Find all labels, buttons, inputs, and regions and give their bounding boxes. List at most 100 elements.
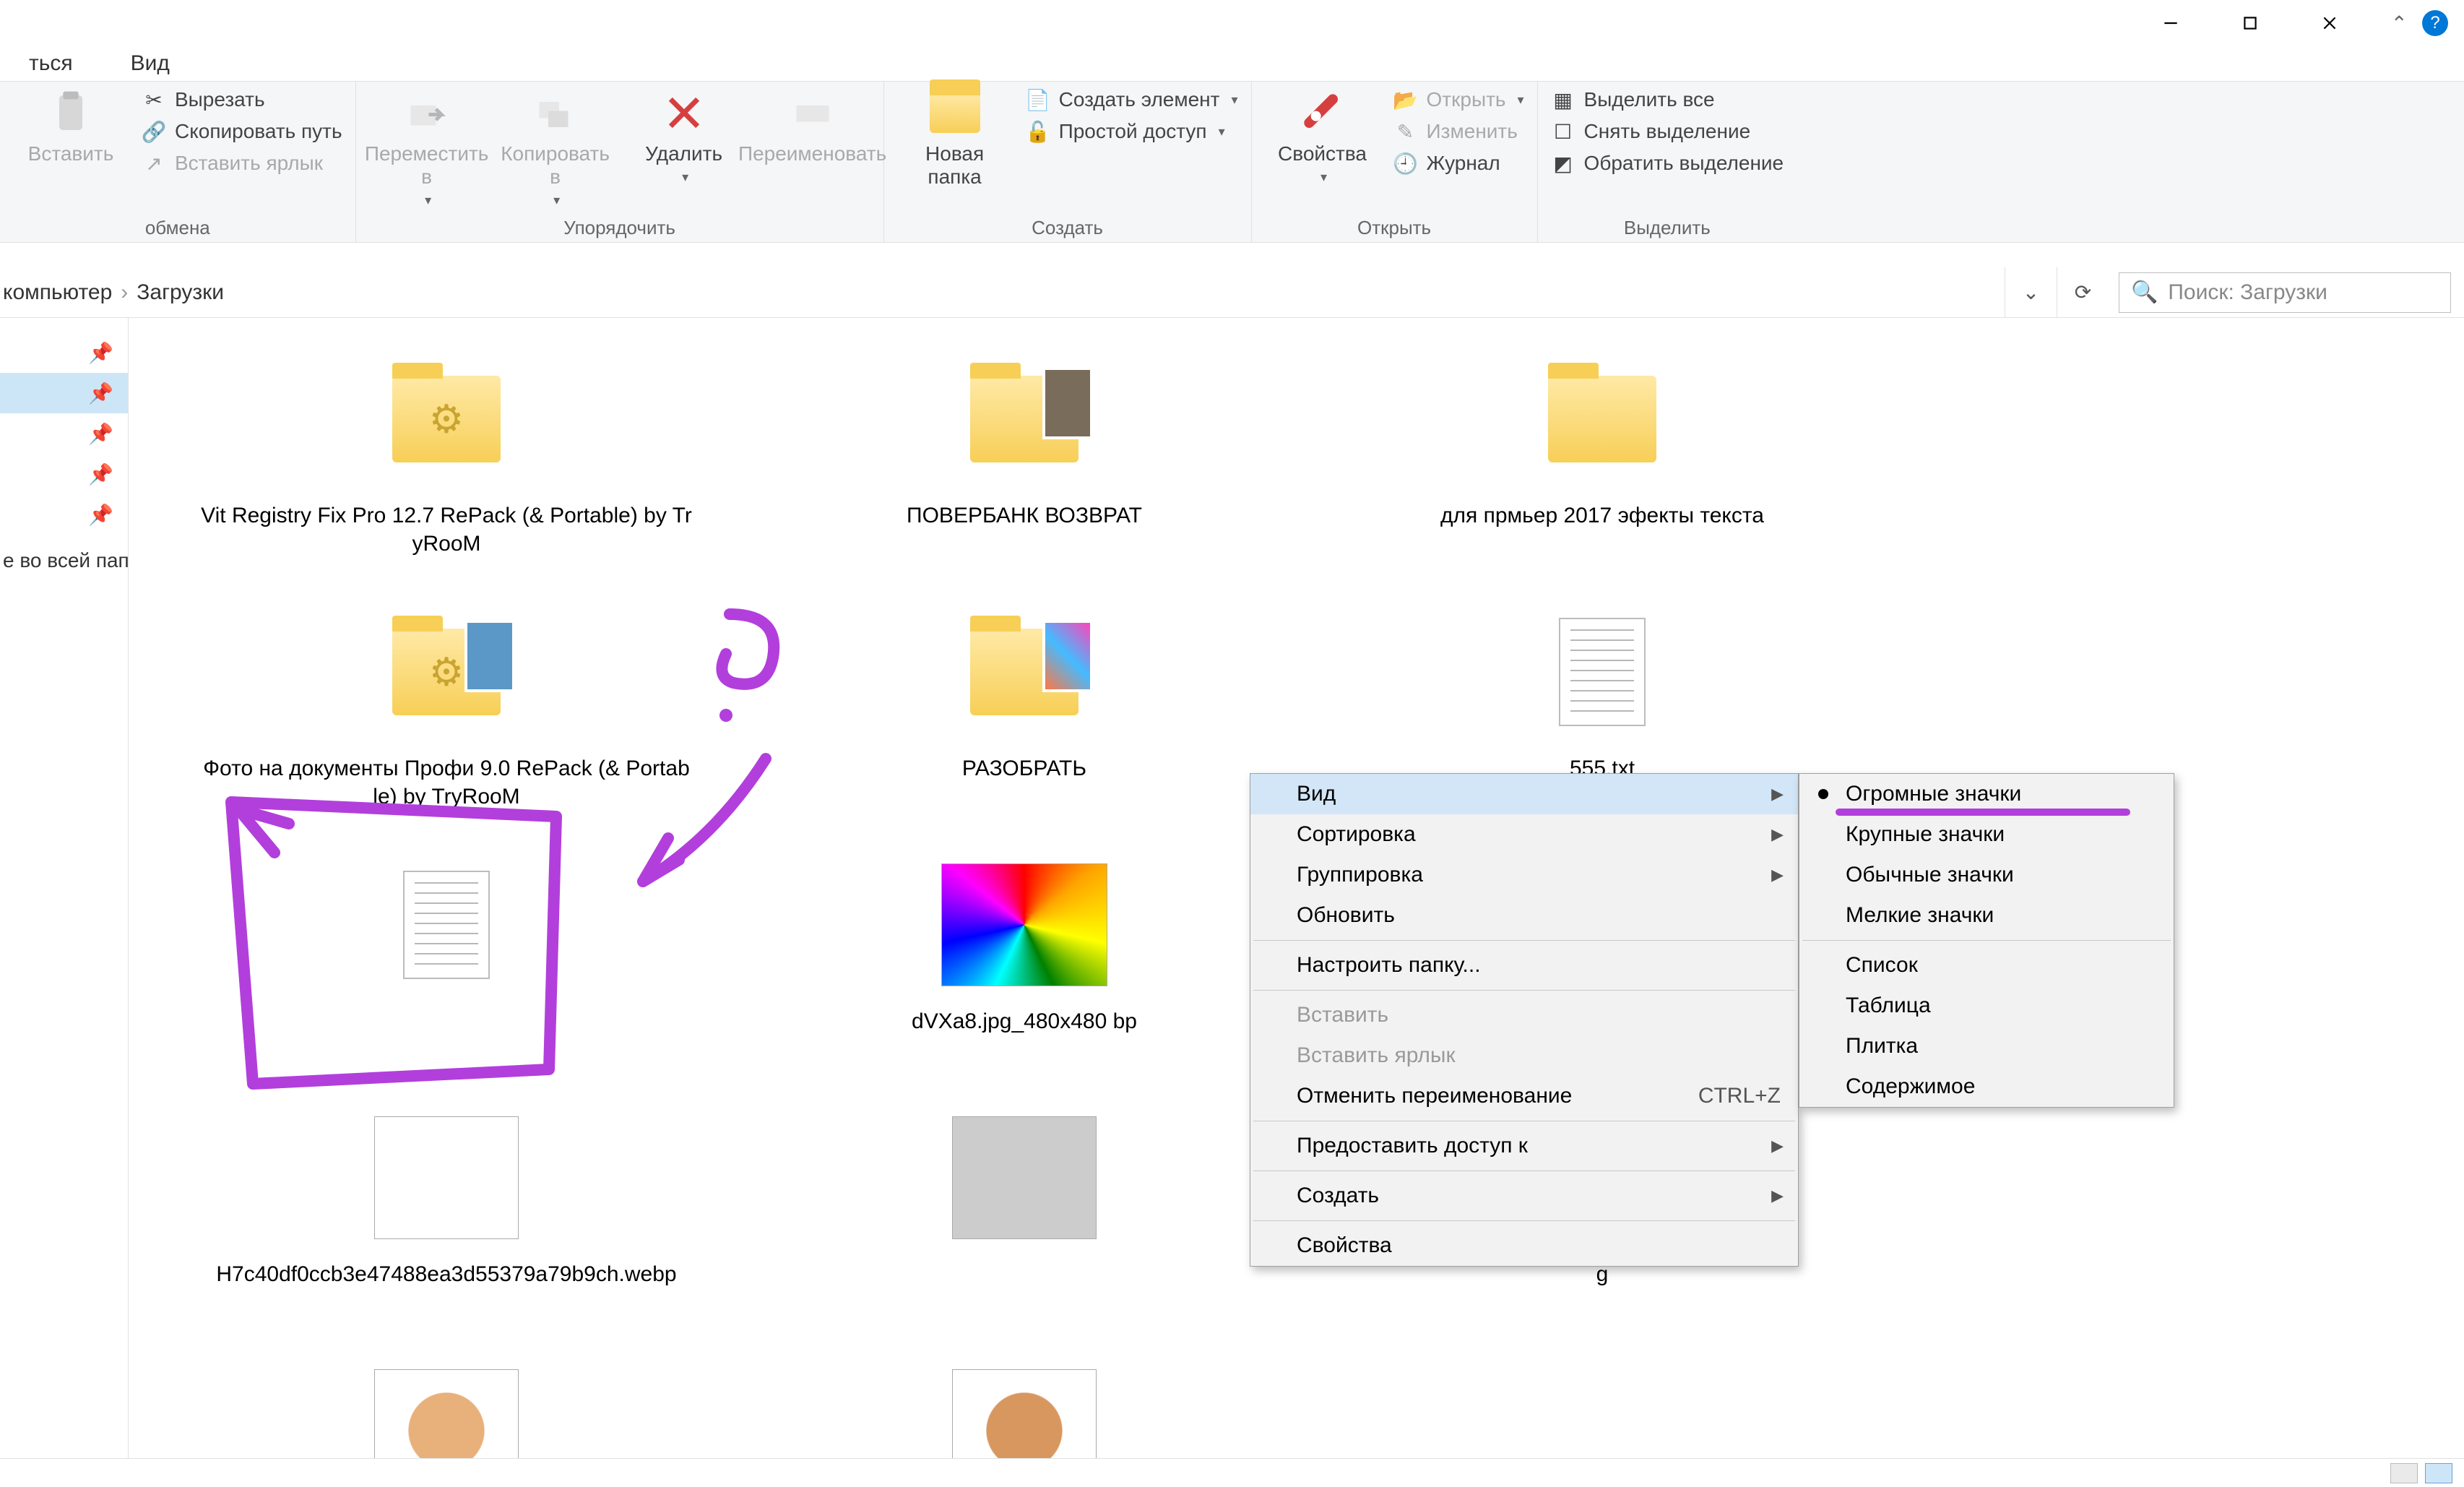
ctx-refresh[interactable]: Обновить [1250,895,1798,936]
journal-button[interactable]: 🕘Журнал [1393,151,1524,176]
tab-share[interactable]: ться [0,51,102,76]
paste-button[interactable]: Вставить [13,87,129,165]
breadcrumb[interactable]: компьютер › Загрузки [0,280,2005,305]
item-thumbnail [941,347,1107,491]
context-submenu-view: Огромные значки Крупные значки Обычные з… [1799,773,2174,1108]
new-folder-button[interactable]: Новая папка [897,87,1013,189]
open-button[interactable]: 📂Открыть▾ [1393,87,1524,112]
ctx-customize[interactable]: Настроить папку... [1250,945,1798,986]
minimize-button[interactable] [2131,0,2210,46]
nav-pin[interactable]: 📌 [0,373,128,413]
edit-icon: ✎ [1393,119,1418,144]
move-to-icon [402,87,452,138]
create-item-button[interactable]: 📄Создать элемент▾ [1026,87,1238,112]
ctx-view-small[interactable]: Мелкие значки [1799,895,2174,936]
item-thumbnail [941,853,1107,997]
edit-button[interactable]: ✎Изменить [1393,119,1524,144]
nav-pin[interactable]: 📌 [0,332,128,373]
ctx-grant-access[interactable]: Предоставить доступ к▶ [1250,1126,1798,1166]
item-label: ПОВЕРБАНК ВОЗВРАТ [907,501,1142,530]
ribbon-group-clipboard: Вставить ✂Вырезать 🔗Скопировать путь ↗Вс… [0,82,356,242]
nav-pin[interactable]: 📌 [0,413,128,454]
invert-icon: ◩ [1551,151,1575,176]
view-details-button[interactable] [2390,1463,2418,1483]
context-menu: Вид▶ Сортировка▶ Группировка▶ Обновить Н… [1250,773,1799,1267]
invert-selection-button[interactable]: ◩Обратить выделение [1551,151,1784,176]
nav-pin[interactable]: 📌 [0,494,128,535]
file-item[interactable]: для прмьер 2017 эфекты текста [1313,332,1891,585]
maximize-button[interactable] [2210,0,2290,46]
ctx-view-table[interactable]: Таблица [1799,986,2174,1026]
item-label: Vit Registry Fix Pro 12.7 RePack (& Port… [201,501,692,558]
file-item[interactable]: H7c40df0ccb3e47488ea3d55379a79b9ch.webp [157,1091,735,1344]
address-dropdown-button[interactable]: ⌄ [2005,267,2057,318]
ctx-view[interactable]: Вид▶ [1250,774,1798,814]
file-item[interactable] [157,838,735,1091]
separator [1253,940,1795,941]
ctx-view-content[interactable]: Содержимое [1799,1066,2174,1107]
ctx-view-large[interactable]: Крупные значки [1799,814,2174,855]
chevron-right-icon: ▶ [1771,866,1784,884]
item-label: для прмьер 2017 эфекты текста [1440,501,1764,530]
separator [1253,990,1795,991]
properties-button[interactable]: Свойства▾ [1265,87,1380,185]
file-item[interactable]: dVXa8.jpg_480x480 bp [735,838,1313,1091]
item-thumbnail [363,1105,529,1250]
ctx-view-tiles[interactable]: Плитка [1799,1026,2174,1066]
search-icon: 🔍 [2131,280,2158,305]
file-item[interactable] [735,1091,1313,1344]
ctx-view-medium[interactable]: Обычные значки [1799,855,2174,895]
ctx-view-list[interactable]: Список [1799,945,2174,986]
ribbon-group-select: ▦Выделить все ☐Снять выделение ◩Обратить… [1538,82,1797,242]
paste-label: Вставить [28,142,114,165]
tab-view[interactable]: Вид [102,51,199,76]
crumb-downloads[interactable]: Загрузки [137,280,224,305]
copy-path-button[interactable]: 🔗Скопировать путь [142,119,342,144]
item-label: РАЗОБРАТЬ [962,754,1086,783]
chevron-right-icon[interactable]: › [121,280,128,305]
annotation-underline [1836,809,2130,816]
cut-button[interactable]: ✂Вырезать [142,87,342,112]
item-thumbnail [1519,600,1685,744]
nav-panel: 📌 📌 📌 📌 📌 е во всей пап [0,318,129,1458]
nav-item-label[interactable]: е во всей пап [0,535,128,572]
refresh-button[interactable]: ⟳ [2057,267,2109,318]
file-item[interactable]: ПОВЕРБАНК ВОЗВРАТ [735,332,1313,585]
path-icon: 🔗 [142,119,166,144]
clipboard-icon [46,87,96,138]
select-all-button[interactable]: ▦Выделить все [1551,87,1784,112]
file-item[interactable]: Фото на документы Профи 9.0 RePack (& Po… [157,585,735,838]
ctx-properties[interactable]: Свойства [1250,1225,1798,1266]
search-input[interactable]: 🔍 Поиск: Загрузки [2119,272,2451,313]
ctx-undo-rename[interactable]: Отменить переименованиеCTRL+Z [1250,1076,1798,1116]
ctx-sort[interactable]: Сортировка▶ [1250,814,1798,855]
copy-to-button[interactable]: Копировать в▾ [498,87,613,208]
move-to-button[interactable]: Переместить в▾ [369,87,485,208]
history-icon: 🕘 [1393,151,1418,176]
chevron-right-icon: ▶ [1771,785,1784,803]
delete-button[interactable]: Удалить▾ [626,87,742,185]
nav-pin[interactable]: 📌 [0,454,128,494]
ribbon-collapse-button[interactable]: ⌃ [2391,12,2408,35]
rename-button[interactable]: Переименовать [755,87,870,165]
window-titlebar: ⌃ ? [0,0,2464,46]
select-all-icon: ▦ [1551,87,1575,112]
close-button[interactable] [2290,0,2369,46]
easy-access-button[interactable]: 🔓Простой доступ▾ [1026,119,1238,144]
file-item[interactable]: Vit Registry Fix Pro 12.7 RePack (& Port… [157,332,735,585]
crumb-computer[interactable]: компьютер [3,280,112,305]
view-icons-button[interactable] [2425,1463,2452,1483]
help-button[interactable]: ? [2422,10,2448,36]
select-none-button[interactable]: ☐Снять выделение [1551,119,1784,144]
file-item[interactable]: 98765678.jpg [735,1344,1313,1458]
ctx-create[interactable]: Создать▶ [1250,1176,1798,1216]
paste-shortcut-button[interactable]: ↗Вставить ярлык [142,151,342,176]
file-item[interactable]: РАЗОБРАТЬ [735,585,1313,838]
open-icon: 📂 [1393,87,1418,112]
chevron-right-icon: ▶ [1771,1137,1784,1155]
ctx-group[interactable]: Группировка▶ [1250,855,1798,895]
ribbon: Вставить ✂Вырезать 🔗Скопировать путь ↗Вс… [0,81,2464,243]
rename-icon [787,87,838,138]
file-item[interactable]: 56789.jpg [157,1344,735,1458]
item-thumbnail [1519,347,1685,491]
